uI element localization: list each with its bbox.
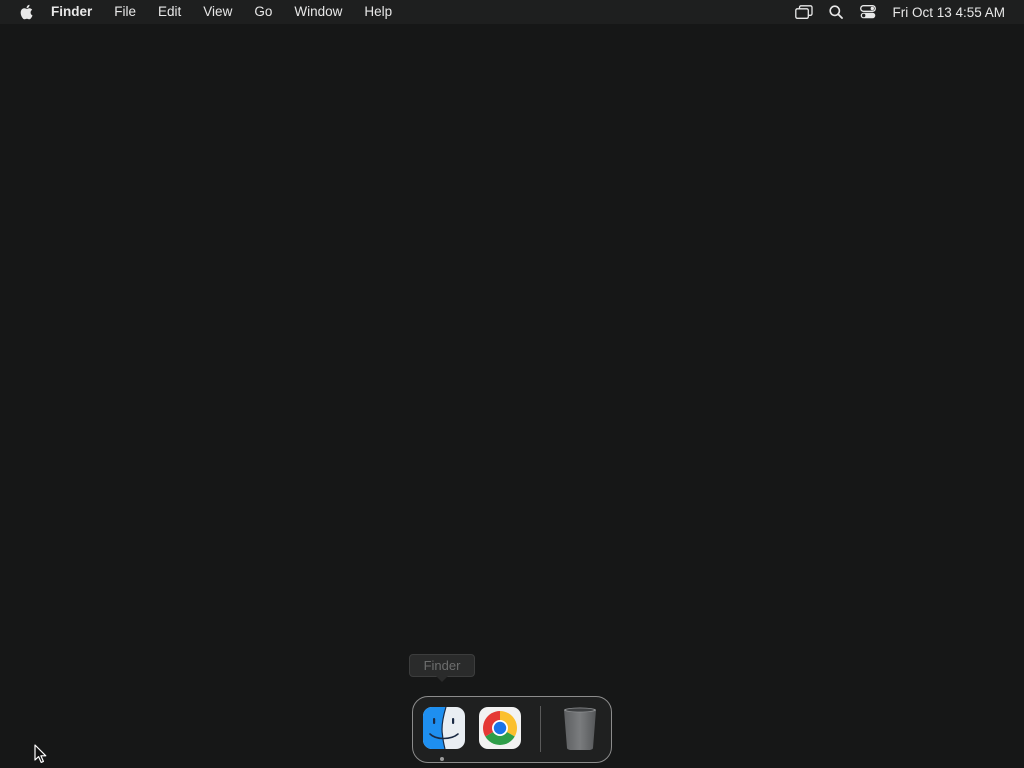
menu-edit[interactable]: Edit: [147, 0, 192, 24]
dock-item-trash[interactable]: [557, 705, 603, 751]
menu-view[interactable]: View: [192, 0, 243, 24]
finder-running-indicator: [440, 757, 444, 761]
dock-tooltip: Finder: [409, 654, 475, 677]
control-center-icon[interactable]: [857, 0, 879, 24]
mouse-pointer-icon: [34, 744, 47, 763]
menu-bar: Finder File Edit View Go Window Help Fri…: [0, 0, 1024, 24]
desktop[interactable]: Finder File Edit View Go Window Help Fri…: [0, 0, 1024, 768]
apple-logo-icon[interactable]: [18, 4, 34, 20]
menu-help[interactable]: Help: [353, 0, 403, 24]
dock-divider: [540, 706, 541, 752]
dock: [412, 696, 612, 763]
screen-mirroring-icon[interactable]: [793, 0, 815, 24]
dock-tooltip-arrow: [436, 676, 448, 682]
menu-go[interactable]: Go: [243, 0, 283, 24]
menu-bar-right: Fri Oct 13 4:55 AM: [788, 0, 1024, 24]
dock-item-finder[interactable]: [421, 705, 467, 761]
trash-icon: [564, 707, 596, 750]
menu-file[interactable]: File: [103, 0, 147, 24]
menu-bar-left: Finder File Edit View Go Window Help: [0, 0, 403, 24]
finder-icon: [423, 707, 465, 749]
menu-bar-clock[interactable]: Fri Oct 13 4:55 AM: [892, 5, 1005, 20]
dock-item-chrome[interactable]: [477, 705, 523, 751]
menu-window[interactable]: Window: [283, 0, 353, 24]
chrome-icon: [479, 707, 521, 749]
spotlight-search-icon[interactable]: [825, 0, 847, 24]
menu-app-finder[interactable]: Finder: [51, 0, 103, 24]
